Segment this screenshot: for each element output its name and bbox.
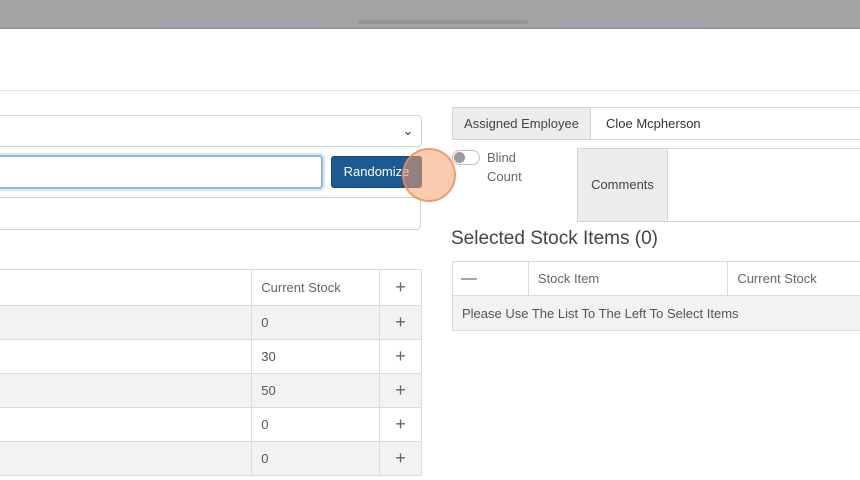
stock-item-name <box>0 339 253 374</box>
add-item-button[interactable]: + <box>379 441 422 476</box>
header-divider <box>0 90 860 91</box>
table-row: 0 + <box>0 305 422 340</box>
table-row: Please Use The List To The Left To Selec… <box>452 295 860 331</box>
column-header-current-stock: Current Stock <box>251 269 381 306</box>
stock-item-current-stock: 0 <box>251 305 381 340</box>
comments-label: Comments <box>578 149 668 221</box>
stock-item-current-stock: 50 <box>251 373 381 408</box>
top-bar <box>0 0 860 29</box>
add-item-button[interactable]: + <box>379 305 422 340</box>
stock-item-current-stock: 30 <box>251 339 381 374</box>
column-header-name <box>0 269 253 306</box>
stock-item-name <box>0 305 253 340</box>
randomize-button[interactable]: Randomize <box>331 156 422 188</box>
add-item-button[interactable]: + <box>379 339 422 374</box>
blind-count-label-line2: Count <box>487 169 522 184</box>
blind-count-toggle[interactable] <box>452 150 480 165</box>
column-header-current-stock: Current Stock <box>727 261 860 296</box>
table-row: 50 + <box>0 373 422 408</box>
assigned-employee-group: Assigned Employee Cloe Mcpherson <box>452 107 860 140</box>
stock-item-name <box>0 373 253 408</box>
table-row: 30 + <box>0 339 422 374</box>
table-header-row: — Stock Item Current Stock <box>452 261 860 296</box>
table-header-row: Current Stock + <box>0 269 422 306</box>
selected-items-table: — Stock Item Current Stock Please Use Th… <box>452 261 860 331</box>
table-row: 0 + <box>0 441 422 476</box>
item-count-input[interactable] <box>0 155 323 189</box>
stock-item-current-stock: 0 <box>251 441 381 476</box>
comments-textarea[interactable] <box>668 149 860 221</box>
assigned-employee-field[interactable]: Cloe Mcpherson <box>591 108 860 139</box>
table-row: 0 + <box>0 407 422 442</box>
location-select[interactable]: ⌄ <box>0 115 422 147</box>
column-header-stock-item: Stock Item <box>527 261 729 296</box>
blurred-link <box>158 20 328 24</box>
stock-items-table: Current Stock + 0 + 30 + 50 + 0 + 0 + <box>0 269 422 476</box>
blurred-text <box>358 20 528 24</box>
add-item-button[interactable]: + <box>379 373 422 408</box>
assigned-employee-label: Assigned Employee <box>453 108 591 139</box>
empty-selection-message: Please Use The List To The Left To Selec… <box>452 295 860 331</box>
toggle-knob <box>454 152 465 163</box>
blurred-link <box>558 20 713 24</box>
remove-all-button[interactable]: — <box>452 261 529 296</box>
chevron-down-icon: ⌄ <box>402 123 414 138</box>
stock-item-name <box>0 441 253 476</box>
stock-item-name <box>0 407 253 442</box>
blind-count-label: Blind Count <box>487 148 547 186</box>
selected-stock-items-title: Selected Stock Items (0) <box>451 228 658 249</box>
add-item-button[interactable]: + <box>379 407 422 442</box>
comments-group: Comments <box>577 148 860 222</box>
search-field[interactable] <box>0 197 421 230</box>
blind-count-label-line1: Blind <box>487 150 516 165</box>
stock-item-current-stock: 0 <box>251 407 381 442</box>
add-all-button[interactable]: + <box>379 269 422 306</box>
